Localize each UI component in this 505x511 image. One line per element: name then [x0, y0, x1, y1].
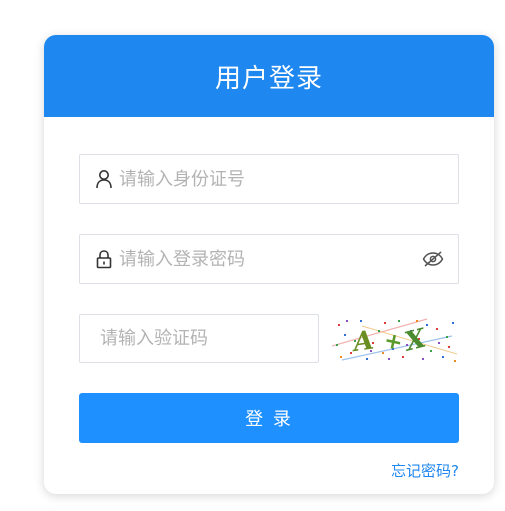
- captcha-field[interactable]: [79, 314, 319, 363]
- forgot-password-link[interactable]: 忘记密码?: [391, 460, 459, 481]
- id-number-input[interactable]: [119, 155, 458, 203]
- login-title: 用户登录: [214, 63, 323, 94]
- login-card-header: 用户登录: [44, 35, 494, 117]
- eye-off-icon[interactable]: [421, 247, 445, 271]
- lock-icon: [95, 250, 113, 269]
- login-card: 用户登录 请输入身份证号 请输入验证码 A + X 登 录 忘记密码?: [44, 35, 494, 494]
- password-field[interactable]: [79, 234, 459, 284]
- captcha-image[interactable]: A + X: [332, 316, 457, 363]
- captcha-input[interactable]: [80, 315, 318, 362]
- id-number-field[interactable]: [79, 154, 459, 204]
- login-button[interactable]: 登 录: [79, 393, 459, 443]
- password-input[interactable]: [119, 235, 421, 283]
- user-icon: [95, 170, 113, 189]
